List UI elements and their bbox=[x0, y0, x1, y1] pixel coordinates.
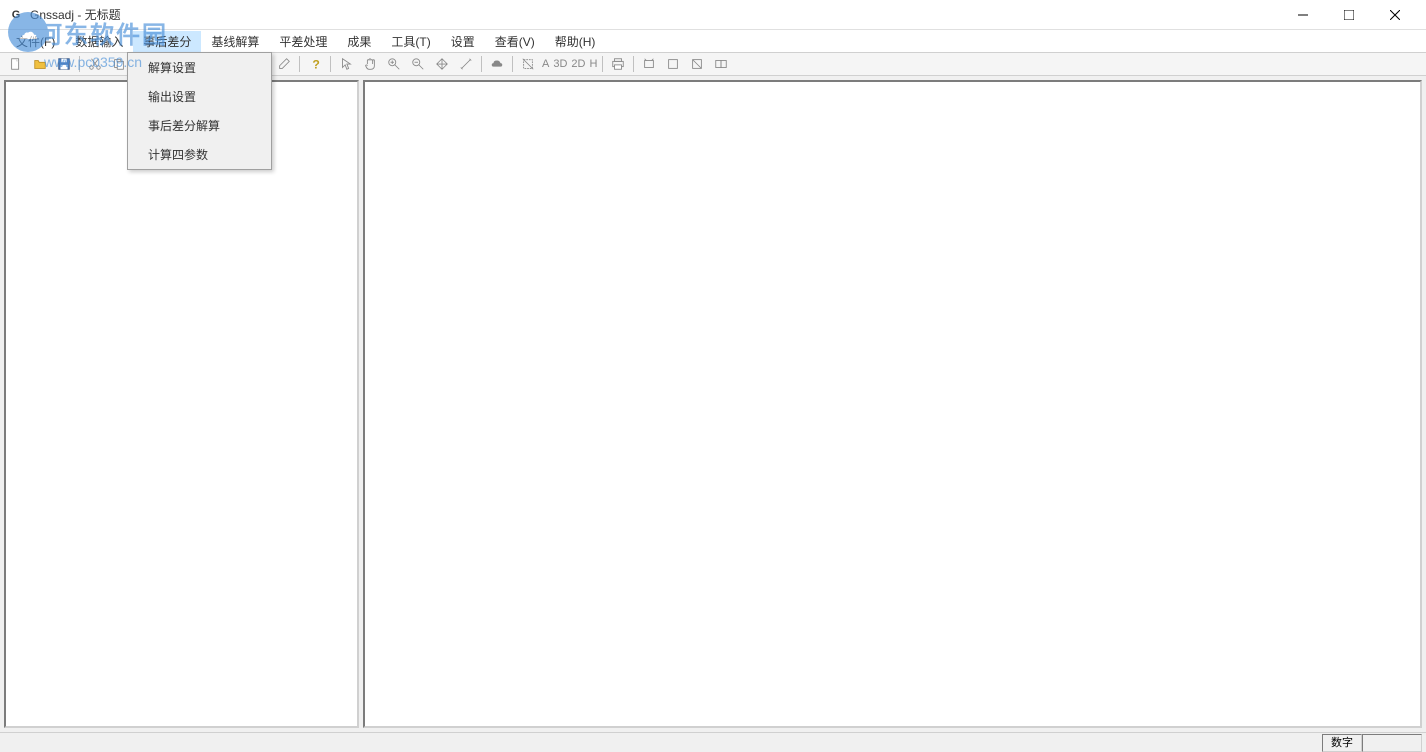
hand-icon[interactable] bbox=[359, 54, 381, 74]
select-rect-icon[interactable] bbox=[517, 54, 539, 74]
app-icon: G bbox=[8, 7, 24, 23]
menubar: 文件(F) 数据输入 事后差分 基线解算 平差处理 成果 工具(T) 设置 查看… bbox=[0, 30, 1426, 52]
help-icon[interactable]: ? bbox=[304, 54, 326, 74]
dropdown-menu: 解算设置 输出设置 事后差分解算 计算四参数 bbox=[127, 52, 272, 170]
arrow-icon[interactable] bbox=[335, 54, 357, 74]
menu-tools[interactable]: 工具(T) bbox=[381, 31, 440, 52]
menu-adjustment[interactable]: 平差处理 bbox=[269, 31, 337, 52]
dropdown-calc-four-params[interactable]: 计算四参数 bbox=[128, 140, 271, 169]
zoom-in-icon[interactable] bbox=[383, 54, 405, 74]
maximize-button[interactable] bbox=[1326, 0, 1372, 30]
zoom-out-icon[interactable] bbox=[407, 54, 429, 74]
window-title: Gnssadj - 无标题 bbox=[30, 6, 121, 23]
text-3d-icon[interactable]: 3D bbox=[551, 58, 569, 70]
open-folder-icon[interactable] bbox=[29, 54, 51, 74]
text-h-icon[interactable]: H bbox=[587, 58, 599, 70]
statusbar: 数字 bbox=[0, 732, 1426, 752]
titlebar: G Gnssadj - 无标题 bbox=[0, 0, 1426, 30]
measure-icon[interactable] bbox=[455, 54, 477, 74]
menu-results[interactable]: 成果 bbox=[337, 31, 381, 52]
text-2d-icon[interactable]: 2D bbox=[569, 58, 587, 70]
menu-post-diff[interactable]: 事后差分 bbox=[133, 31, 201, 52]
dropdown-post-diff-solve[interactable]: 事后差分解算 bbox=[128, 111, 271, 140]
status-numlock: 数字 bbox=[1322, 734, 1362, 752]
zoom-fit-icon[interactable] bbox=[431, 54, 453, 74]
status-empty bbox=[1362, 734, 1422, 752]
rect4-icon[interactable] bbox=[710, 54, 732, 74]
new-file-icon[interactable] bbox=[5, 54, 27, 74]
rect3-icon[interactable] bbox=[686, 54, 708, 74]
menu-help[interactable]: 帮助(H) bbox=[545, 31, 606, 52]
main-area bbox=[0, 76, 1426, 732]
svg-text:?: ? bbox=[312, 57, 319, 71]
rect2-icon[interactable] bbox=[662, 54, 684, 74]
menu-baseline[interactable]: 基线解算 bbox=[201, 31, 269, 52]
menu-file[interactable]: 文件(F) bbox=[6, 31, 65, 52]
right-panel bbox=[363, 80, 1422, 728]
minimize-button[interactable] bbox=[1280, 0, 1326, 30]
menu-view[interactable]: 查看(V) bbox=[485, 31, 545, 52]
dropdown-solve-settings[interactable]: 解算设置 bbox=[128, 53, 271, 82]
close-button[interactable] bbox=[1372, 0, 1418, 30]
save-icon[interactable] bbox=[53, 54, 75, 74]
text-a-icon[interactable]: A bbox=[540, 58, 551, 70]
left-panel bbox=[4, 80, 359, 728]
rect1-icon[interactable] bbox=[638, 54, 660, 74]
print-icon[interactable] bbox=[607, 54, 629, 74]
cut-icon[interactable] bbox=[84, 54, 106, 74]
dropdown-output-settings[interactable]: 输出设置 bbox=[128, 82, 271, 111]
pencil-icon[interactable] bbox=[273, 54, 295, 74]
cloud-icon[interactable] bbox=[486, 54, 508, 74]
menu-settings[interactable]: 设置 bbox=[441, 31, 485, 52]
menu-data-input[interactable]: 数据输入 bbox=[65, 31, 133, 52]
